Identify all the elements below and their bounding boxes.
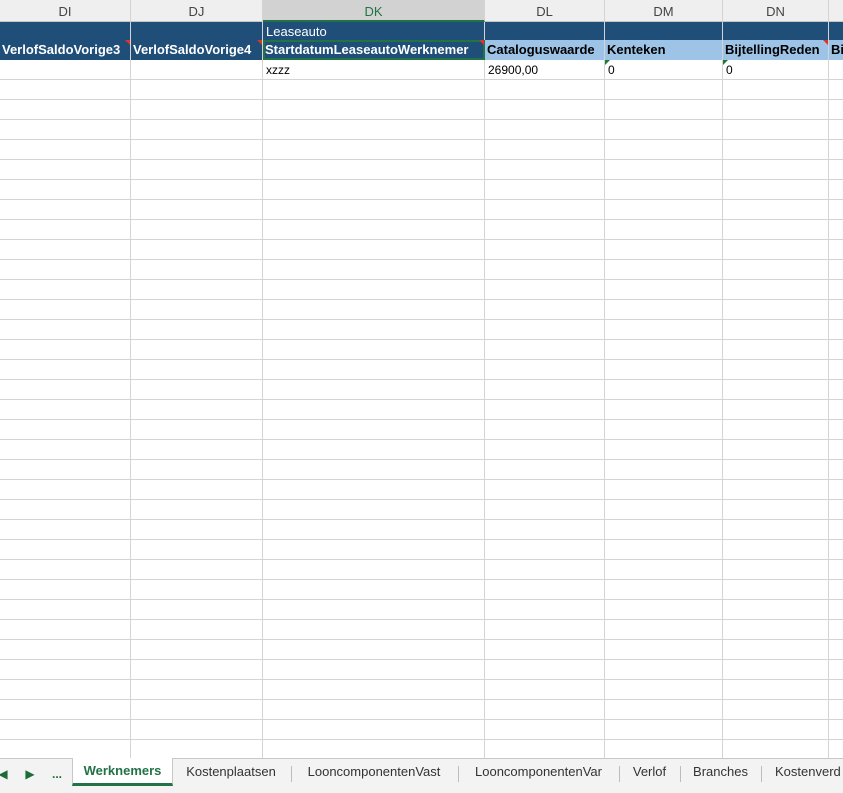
row-gridline: [0, 179, 843, 180]
column-gridline: [722, 22, 723, 758]
column-header-dj[interactable]: DJ: [131, 0, 263, 22]
row-gridline: [0, 539, 843, 540]
tab-looncomponentenvast[interactable]: LooncomponentenVast: [294, 759, 454, 786]
row-gridline: [0, 319, 843, 320]
tab-branches[interactable]: Branches: [683, 759, 758, 786]
row-gridline: [0, 99, 843, 100]
header-cell-bijtellingreden[interactable]: BijtellingReden: [723, 40, 829, 60]
header-label: Kenteken: [607, 42, 666, 57]
column-gridline: [484, 22, 485, 758]
column-gridline: [262, 22, 263, 758]
cell-value: 0: [608, 63, 615, 77]
column-gridline: [130, 22, 131, 758]
row-gridline: [0, 599, 843, 600]
header-label: StartdatumLeaseautoWerknemer: [265, 42, 469, 57]
tab-kostenplaatsen[interactable]: Kostenplaatsen: [175, 759, 287, 786]
column-header-dk[interactable]: DK: [263, 0, 485, 22]
row-gridline: [0, 579, 843, 580]
header-cell-startdatumleaseautowerknemer[interactable]: StartdatumLeaseautoWerknemer: [263, 40, 485, 60]
row-gridline: [0, 79, 843, 80]
tab-werknemers[interactable]: Werknemers: [72, 758, 173, 786]
header-label: Cataloguswaarde: [487, 42, 595, 57]
cell-cataloguswaarde[interactable]: 26900,00: [485, 60, 605, 80]
row-gridline: [0, 259, 843, 260]
row-gridline: [0, 339, 843, 340]
row-gridline: [0, 419, 843, 420]
row-gridline: [0, 659, 843, 660]
row-gridline: [0, 479, 843, 480]
row-gridline: [0, 399, 843, 400]
row-gridline: [0, 299, 843, 300]
cell-bijtellingreden[interactable]: 0: [723, 60, 829, 80]
column-gridline: [828, 22, 829, 758]
column-header-partial[interactable]: [829, 0, 843, 22]
row-gridline: [0, 279, 843, 280]
row-gridline: [0, 359, 843, 360]
row-gridline: [0, 699, 843, 700]
row-gridline: [0, 159, 843, 160]
row-gridline: [0, 139, 843, 140]
band-cell-leaseauto[interactable]: Leaseauto: [263, 22, 843, 40]
header-label: Bi: [831, 42, 843, 57]
row-gridline: [0, 379, 843, 380]
row-gridline: [0, 619, 843, 620]
row-gridline: [0, 499, 843, 500]
row-gridline: [0, 519, 843, 520]
row-gridline: [0, 459, 843, 460]
header-label: VerlofSaldoVorige3: [2, 42, 121, 57]
row-gridline: [0, 559, 843, 560]
tab-separator: [291, 766, 292, 782]
row-gridline: [0, 119, 843, 120]
row-gridline: [0, 439, 843, 440]
row-gridline: [0, 239, 843, 240]
header-cell-partial[interactable]: Bi: [829, 40, 843, 60]
column-header-dn[interactable]: DN: [723, 0, 829, 22]
tab-separator: [680, 766, 681, 782]
header-cell-verlofsaldovorige4[interactable]: VerlofSaldoVorige4: [131, 40, 263, 60]
scroll-tabs-right-icon[interactable]: ▶: [19, 764, 41, 784]
header-label: VerlofSaldoVorige4: [133, 42, 252, 57]
more-tabs-button[interactable]: ...: [46, 764, 68, 784]
column-header-di[interactable]: DI: [0, 0, 131, 22]
header-cell-kenteken[interactable]: Kenteken: [605, 40, 723, 60]
tab-looncomponentenvar[interactable]: LooncomponentenVar: [461, 759, 616, 786]
cell-value: 0: [726, 63, 733, 77]
tab-separator: [458, 766, 459, 782]
row-gridline: [0, 739, 843, 740]
header-cell-cataloguswaarde[interactable]: Cataloguswaarde: [485, 40, 605, 60]
sheet-tab-bar: ◀ ▶ ... Werknemers Kostenplaatsen Loonco…: [0, 758, 843, 793]
row-gridline: [0, 719, 843, 720]
cell-kenteken[interactable]: 0: [605, 60, 723, 80]
row-gridline: [0, 219, 843, 220]
tab-verlof[interactable]: Verlof: [622, 759, 677, 786]
row-gridline: [0, 199, 843, 200]
column-header-dm[interactable]: DM: [605, 0, 723, 22]
row-gridline: [0, 639, 843, 640]
tab-separator: [761, 766, 762, 782]
scroll-tabs-left-icon[interactable]: ◀: [0, 764, 14, 784]
band-cell[interactable]: [0, 22, 263, 40]
error-indicator-icon: [605, 60, 610, 65]
column-header-dl[interactable]: DL: [485, 0, 605, 22]
tab-separator: [619, 766, 620, 782]
tab-kostenverd[interactable]: Kostenverd: [765, 759, 843, 786]
error-indicator-icon: [723, 60, 728, 65]
header-cell-verlofsaldovorige3[interactable]: VerlofSaldoVorige3: [0, 40, 131, 60]
spreadsheet-grid[interactable]: DI DJ DK DL DM DN Leaseauto VerlofSaldoV…: [0, 0, 843, 758]
row-gridline: [0, 679, 843, 680]
column-gridline: [604, 22, 605, 758]
header-label: BijtellingReden: [725, 42, 820, 57]
cell-startdatum[interactable]: xzzz: [263, 60, 485, 80]
comment-indicator-icon: [479, 40, 484, 45]
